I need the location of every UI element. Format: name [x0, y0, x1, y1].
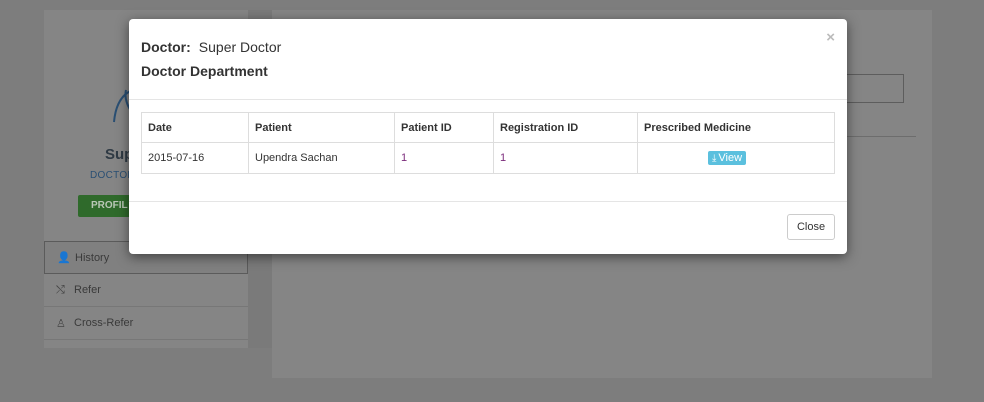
- table-row: 2015-07-16 Upendra Sachan 1 1 ⤓ View: [141, 142, 835, 174]
- side-menu: 👤 History ⤭ Refer ♙ Cross-Refer: [44, 241, 248, 340]
- column-header-prescribed-medicine: Prescribed Medicine: [637, 112, 835, 143]
- side-menu-item-refer[interactable]: ⤭ Refer: [44, 274, 248, 307]
- view-prescription-button[interactable]: ⤓ View: [708, 151, 747, 165]
- side-menu-label: Refer: [74, 284, 101, 296]
- download-icon: ⤓: [712, 152, 717, 164]
- shuffle-icon: ⤭: [56, 283, 65, 296]
- modal-footer: Close: [129, 202, 847, 253]
- cell-registration-id[interactable]: 1: [493, 142, 638, 174]
- cell-patient: Upendra Sachan: [248, 142, 395, 174]
- column-header-patient-id: Patient ID: [394, 112, 494, 143]
- view-button-label: View: [718, 152, 743, 164]
- side-menu-label: Cross-Refer: [74, 317, 134, 329]
- doctor-line: Doctor: Super Doctor: [141, 39, 281, 55]
- column-header-date: Date: [141, 112, 249, 143]
- divider: [846, 136, 916, 137]
- close-button[interactable]: Close: [787, 214, 835, 240]
- table-header-row: Date Patient Patient ID Registration ID …: [141, 112, 835, 143]
- history-table: Date Patient Patient ID Registration ID …: [141, 112, 835, 174]
- cell-patient-id[interactable]: 1: [394, 142, 494, 174]
- side-menu-item-cross-refer[interactable]: ♙ Cross-Refer: [44, 307, 248, 340]
- column-header-registration-id: Registration ID: [493, 112, 638, 143]
- column-header-patient: Patient: [248, 112, 395, 143]
- side-menu-label: History: [75, 251, 110, 264]
- doctor-history-modal: Doctor: Super Doctor Doctor Department × …: [129, 19, 847, 254]
- modal-body: Date Patient Patient ID Registration ID …: [129, 100, 847, 202]
- modal-header: Doctor: Super Doctor Doctor Department ×: [129, 19, 847, 100]
- user-icon: 👤: [57, 252, 71, 264]
- department-name: Doctor Department: [141, 63, 268, 79]
- doctor-name: Super Doctor: [198, 39, 282, 55]
- person-icon: ♙: [56, 317, 66, 330]
- cell-date: 2015-07-16: [141, 142, 249, 174]
- cell-prescribed-medicine: ⤓ View: [637, 142, 835, 174]
- close-icon[interactable]: ×: [826, 29, 835, 46]
- doctor-label: Doctor:: [141, 39, 191, 55]
